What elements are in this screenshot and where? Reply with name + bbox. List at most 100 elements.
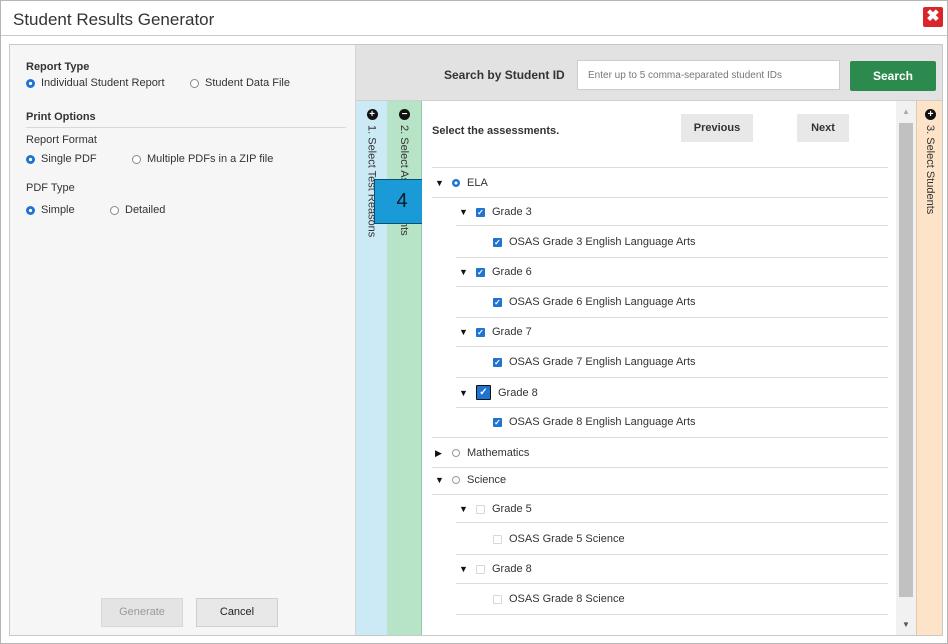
- radio-label: Individual Student Report: [41, 77, 165, 89]
- radio-label: Simple: [41, 204, 75, 216]
- radio-label: Multiple PDFs in a ZIP file: [147, 153, 274, 165]
- radio-multiple-pdfs[interactable]: Multiple PDFs in a ZIP file: [132, 153, 273, 165]
- radio-unselected-icon: [110, 205, 119, 215]
- radio-single-pdf[interactable]: Single PDF: [26, 153, 97, 165]
- radio-unselected-icon: [452, 449, 460, 457]
- divider: [432, 437, 888, 438]
- divider: [432, 494, 888, 495]
- checkbox-unchecked-icon: ✓: [476, 564, 485, 574]
- checkbox-checked-icon: ✓: [476, 267, 485, 277]
- test-osas-grade-7-ela[interactable]: ✓ OSAS Grade 7 English Language Arts: [493, 356, 696, 368]
- radio-individual-student-report[interactable]: Individual Student Report: [26, 77, 165, 89]
- test-label: OSAS Grade 8 English Language Arts: [509, 416, 696, 428]
- expanded-arrow-icon: ▼: [459, 387, 468, 398]
- print-options-title: Print Options: [26, 111, 96, 123]
- divider: [456, 286, 888, 287]
- checkbox-checked-icon: ✓: [493, 417, 502, 427]
- test-osas-grade-3-ela[interactable]: ✓ OSAS Grade 3 English Language Arts: [493, 236, 696, 248]
- subject-label: ELA: [467, 177, 488, 189]
- previous-button[interactable]: Previous: [681, 114, 753, 142]
- subject-mathematics[interactable]: ▶ Mathematics: [435, 447, 529, 459]
- dialog-window: Student Results Generator ✖ Report Type …: [0, 0, 948, 644]
- tab-label: 3. Select Students: [924, 125, 936, 215]
- grade-5-science[interactable]: ▼ ✓ Grade 5: [459, 503, 532, 515]
- scroll-up-icon[interactable]: ▲: [902, 107, 910, 116]
- expanded-arrow-icon: ▼: [459, 504, 468, 514]
- divider: [26, 127, 346, 128]
- grade-label: Grade 6: [492, 266, 532, 278]
- radio-label: Single PDF: [41, 153, 97, 165]
- grade-6-ela[interactable]: ▼ ✓ Grade 6: [459, 266, 532, 278]
- test-osas-grade-5-science[interactable]: ✓ OSAS Grade 5 Science: [493, 533, 625, 545]
- tab-select-students[interactable]: + 3. Select Students: [916, 101, 942, 635]
- grade-8-science[interactable]: ▼ ✓ Grade 8: [459, 563, 532, 575]
- scroll-down-icon[interactable]: ▼: [902, 620, 910, 629]
- search-button[interactable]: Search: [850, 61, 936, 91]
- expanded-arrow-icon: ▼: [459, 327, 468, 337]
- expanded-arrow-icon: ▼: [435, 475, 444, 485]
- test-osas-grade-8-science[interactable]: ✓ OSAS Grade 8 Science: [493, 593, 625, 605]
- close-icon[interactable]: ✖: [923, 7, 943, 27]
- radio-selected-icon: [26, 205, 35, 215]
- expand-plus-icon: +: [366, 109, 378, 120]
- list-scrollbar[interactable]: ▲ ▼: [896, 101, 916, 635]
- grade-8-ela[interactable]: ▼ ✓ Grade 8: [459, 385, 538, 400]
- divider: [456, 346, 888, 347]
- grade-label: Grade 3: [492, 206, 532, 218]
- radio-selected-icon: [26, 154, 35, 164]
- test-label: OSAS Grade 3 English Language Arts: [509, 236, 696, 248]
- title-bar: Student Results Generator ✖: [1, 1, 947, 36]
- instruction-text: Select the assessments.: [432, 125, 560, 137]
- radio-unselected-icon: [132, 154, 141, 164]
- checkbox-checked-icon: ✓: [476, 327, 485, 337]
- divider: [456, 377, 888, 378]
- test-osas-grade-6-ela[interactable]: ✓ OSAS Grade 6 English Language Arts: [493, 296, 696, 308]
- grade-label: Grade 8: [498, 386, 538, 399]
- divider: [456, 614, 888, 615]
- grade-label: Grade 5: [492, 503, 532, 515]
- pdf-type-label: PDF Type: [26, 182, 75, 194]
- collapsed-arrow-icon: ▶: [435, 447, 442, 458]
- test-label: OSAS Grade 7 English Language Arts: [509, 356, 696, 368]
- search-bar: Search by Student ID Enter up to 5 comma…: [356, 45, 942, 101]
- cancel-button[interactable]: Cancel: [196, 598, 278, 627]
- subject-label: Science: [467, 474, 507, 486]
- divider: [432, 467, 888, 468]
- expanded-arrow-icon: ▼: [459, 267, 468, 277]
- radio-detailed[interactable]: Detailed: [110, 204, 165, 216]
- checkbox-checked-icon: ✓: [493, 357, 502, 367]
- grade-3-ela[interactable]: ▼ ✓ Grade 3: [459, 206, 532, 218]
- checkbox-unchecked-icon: ✓: [493, 594, 502, 604]
- grade-7-ela[interactable]: ▼ ✓ Grade 7: [459, 326, 532, 338]
- divider: [432, 167, 888, 168]
- checkbox-checked-focused-icon: ✓: [476, 385, 491, 400]
- checkbox-unchecked-icon: ✓: [476, 504, 485, 514]
- dialog-body: Report Type Individual Student Report St…: [9, 44, 943, 636]
- radio-label: Student Data File: [205, 77, 290, 89]
- collapse-minus-icon: −: [399, 109, 410, 120]
- subject-label: Mathematics: [467, 447, 530, 459]
- divider: [456, 554, 888, 555]
- subject-ela[interactable]: ▼ ELA: [435, 177, 488, 189]
- test-label: OSAS Grade 6 English Language Arts: [509, 296, 696, 308]
- divider: [432, 197, 888, 198]
- options-panel: Report Type Individual Student Report St…: [10, 45, 356, 635]
- report-format-label: Report Format: [26, 134, 97, 146]
- scroll-thumb[interactable]: [899, 123, 913, 597]
- divider: [456, 407, 888, 408]
- checkbox-checked-icon: ✓: [493, 297, 502, 307]
- student-id-search-input[interactable]: Enter up to 5 comma-separated student ID…: [577, 60, 840, 90]
- subject-science[interactable]: ▼ Science: [435, 474, 506, 486]
- divider: [456, 317, 888, 318]
- generate-button[interactable]: Generate: [101, 598, 183, 627]
- radio-student-data-file[interactable]: Student Data File: [190, 77, 290, 89]
- search-label: Search by Student ID: [444, 68, 565, 82]
- expanded-arrow-icon: ▼: [435, 178, 444, 188]
- divider: [456, 583, 888, 584]
- radio-simple[interactable]: Simple: [26, 204, 75, 216]
- radio-label: Detailed: [125, 204, 166, 216]
- expand-plus-icon: +: [925, 109, 936, 120]
- test-osas-grade-8-ela[interactable]: ✓ OSAS Grade 8 English Language Arts: [493, 416, 696, 428]
- next-button[interactable]: Next: [797, 114, 849, 142]
- assessment-list-panel: Select the assessments. Previous Next ▼ …: [422, 101, 896, 635]
